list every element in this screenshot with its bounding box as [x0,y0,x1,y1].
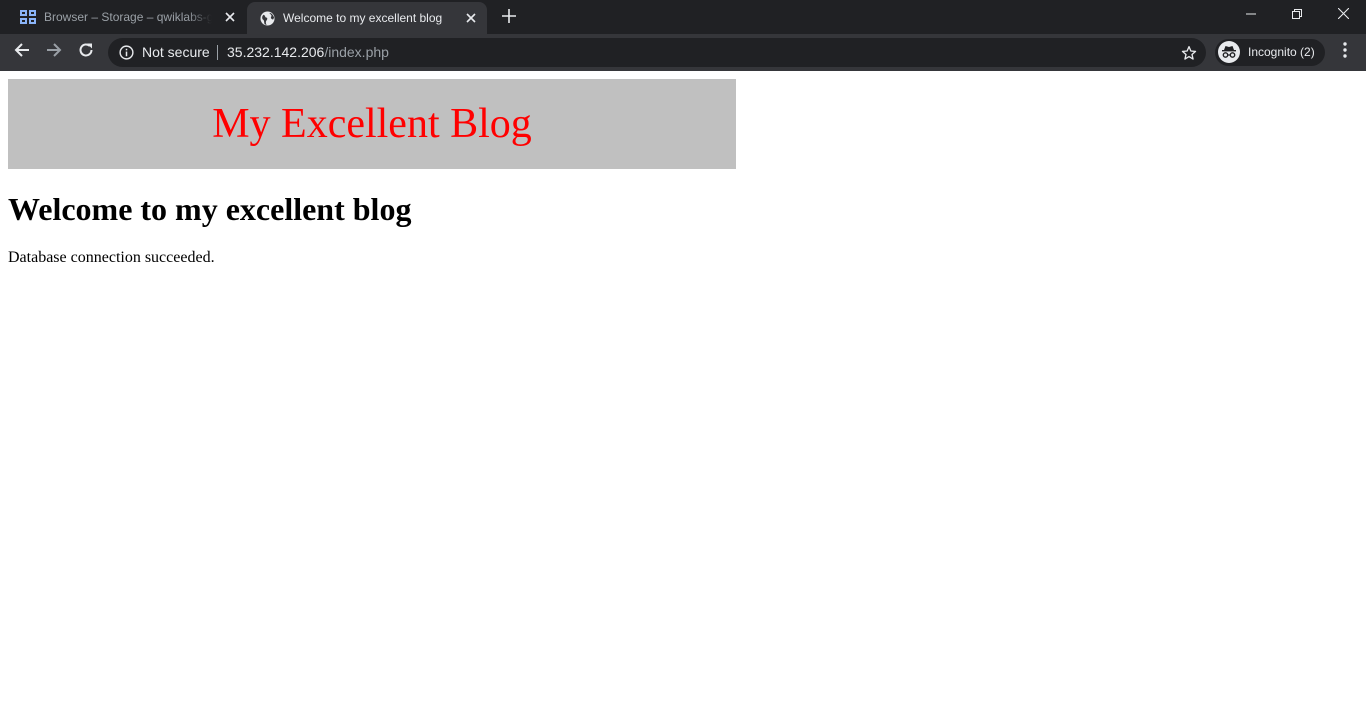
omnibox-divider [217,45,218,60]
plus-icon [502,8,516,28]
page-heading: Welcome to my excellent blog [8,191,412,227]
page-viewport: My Excellent Blog Welcome to my excellen… [0,71,1366,727]
arrow-right-icon [46,42,62,63]
browser-menu-button[interactable] [1333,38,1357,66]
blog-banner-title: My Excellent Blog [212,101,532,147]
restore-icon [1292,6,1302,24]
minimize-icon [1246,6,1256,24]
tab-title: Browser – Storage – qwiklabs-gcp [44,10,212,24]
browser-toolbar: Not secure 35.232.142.206/index.php Inco… [0,34,1366,71]
incognito-icon [1218,41,1240,63]
forward-button[interactable] [40,38,68,66]
globe-icon [259,10,275,26]
new-tab-button[interactable] [499,8,519,28]
tab-storage-browser[interactable]: Browser – Storage – qwiklabs-gcp [8,0,246,34]
reload-icon [78,42,94,63]
arrow-left-icon [14,42,30,63]
more-vert-icon [1343,41,1347,63]
window-minimize-button[interactable] [1228,0,1274,30]
browser-tab-strip: Browser – Storage – qwiklabs-gcp Welcome… [0,0,1366,34]
blog-banner: My Excellent Blog [8,79,736,169]
tab-title: Welcome to my excellent blog [283,11,443,25]
address-bar[interactable]: Not secure 35.232.142.206/index.php [108,38,1206,67]
url-path: /index.php [324,44,389,60]
reload-button[interactable] [72,38,100,66]
url-text[interactable]: 35.232.142.206/index.php [227,38,389,67]
info-icon[interactable] [118,44,134,60]
tab-close-icon[interactable] [222,9,238,25]
bookmark-star-icon[interactable] [1180,44,1198,62]
window-close-button[interactable] [1320,0,1366,30]
back-button[interactable] [8,38,36,66]
window-restore-button[interactable] [1274,0,1320,30]
incognito-label: Incognito (2) [1248,45,1315,59]
storage-grid-icon [20,9,36,25]
url-host: 35.232.142.206 [227,44,325,60]
incognito-indicator[interactable]: Incognito (2) [1215,39,1325,66]
db-status-message: Database connection succeeded. [8,249,215,266]
tab-blog[interactable]: Welcome to my excellent blog [247,2,487,34]
close-icon [1337,6,1349,24]
security-status-label[interactable]: Not secure [142,38,210,67]
tab-close-icon[interactable] [463,10,479,26]
